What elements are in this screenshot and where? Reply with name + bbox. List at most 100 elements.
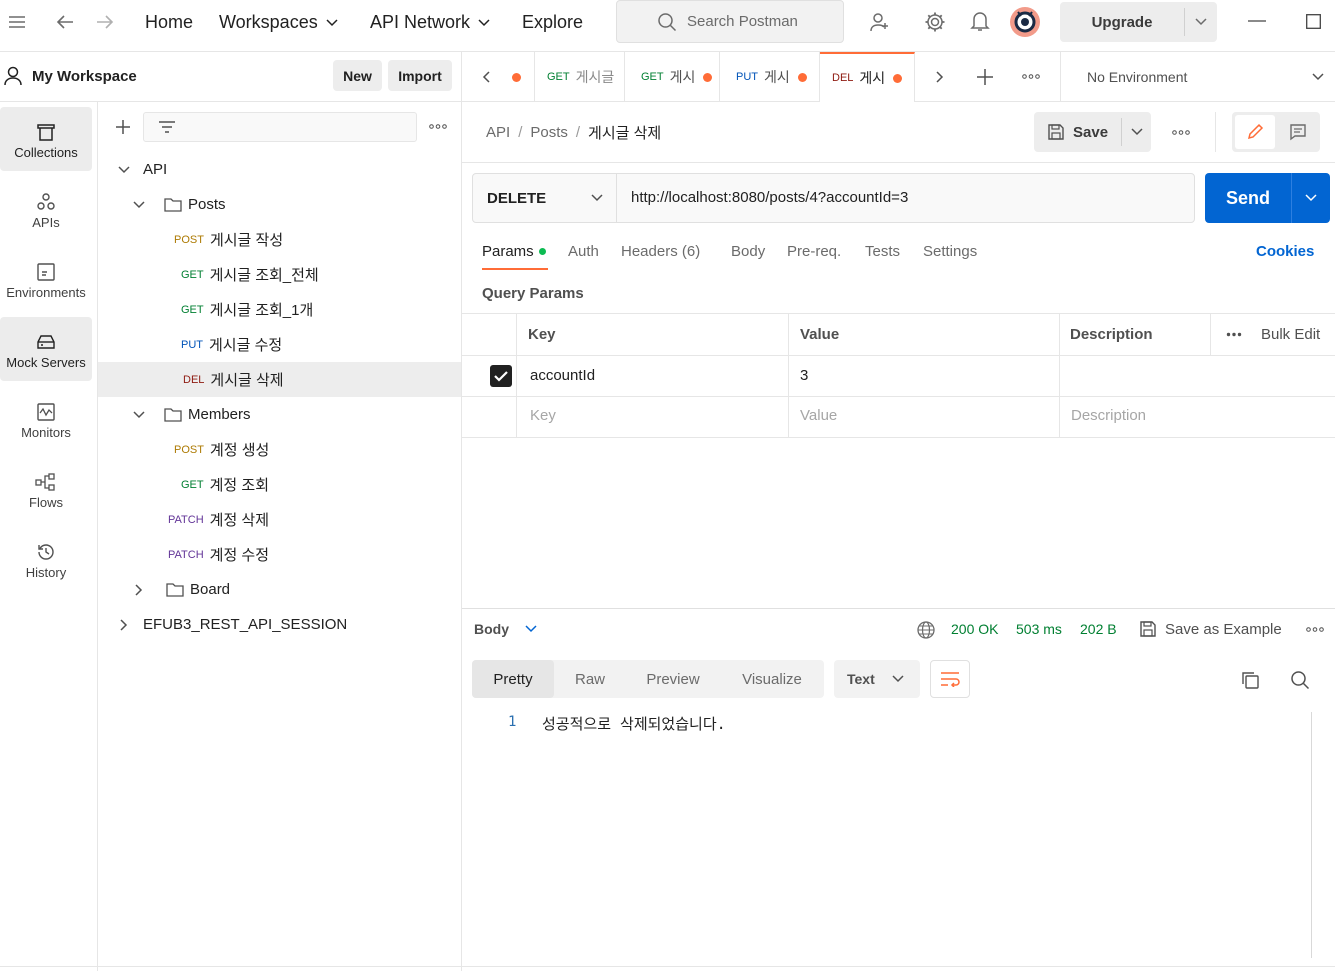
response-tab-raw[interactable]: Raw [554, 660, 626, 698]
save-button[interactable]: Save [1034, 112, 1121, 152]
back-arrow-icon[interactable] [55, 13, 75, 31]
save-as-example-button[interactable]: Save as Example [1139, 620, 1282, 638]
column-options-icon[interactable] [1226, 332, 1242, 337]
bulk-edit-button[interactable]: Bulk Edit [1261, 326, 1320, 343]
search-box[interactable]: Search Postman [616, 0, 844, 43]
add-collection-icon[interactable] [114, 118, 132, 136]
rail-collections[interactable]: Collections [0, 107, 92, 171]
pane-divider[interactable] [462, 608, 1335, 609]
response-tab-pretty[interactable]: Pretty [472, 660, 554, 698]
method-select[interactable]: DELETE [473, 174, 617, 222]
tab-request[interactable]: PUT 게시 [720, 52, 820, 102]
response-more-icon[interactable] [1306, 627, 1324, 632]
menu-icon[interactable] [8, 14, 26, 30]
tree-collection-efub[interactable]: EFUB3_REST_API_SESSION [98, 607, 461, 642]
cookies-link[interactable]: Cookies [1256, 243, 1314, 260]
tab-request-active[interactable]: DEL 게시 [820, 52, 915, 102]
response-time[interactable]: 503 ms [1016, 621, 1062, 637]
rail-history[interactable]: History [0, 527, 92, 591]
avatar[interactable] [1009, 6, 1041, 38]
tree-request[interactable]: PATCH 계정 수정 [98, 537, 461, 572]
maximize-icon[interactable] [1306, 14, 1321, 29]
response-tab-visualize[interactable]: Visualize [720, 660, 824, 698]
response-body-text[interactable]: 성공적으로 삭제되었습니다. [542, 713, 726, 734]
tree-folder-posts[interactable]: Posts [98, 187, 461, 222]
rail-monitors[interactable]: Monitors [0, 387, 92, 451]
tab-settings[interactable]: Settings [923, 243, 977, 260]
scrollbar-track[interactable] [1311, 712, 1312, 958]
new-param-value-input[interactable]: Value [800, 407, 837, 424]
send-button[interactable]: Send [1205, 173, 1291, 223]
settings-gear-icon[interactable] [924, 11, 946, 33]
param-description-cell[interactable] [1060, 356, 1335, 396]
scroll-right-icon[interactable] [936, 71, 944, 83]
tree-request[interactable]: POST 계정 생성 [98, 432, 461, 467]
more-options-icon[interactable] [429, 124, 447, 129]
nav-home[interactable]: Home [145, 12, 193, 33]
tree-request[interactable]: POST 게시글 작성 [98, 222, 461, 257]
tab-options-icon[interactable] [1022, 74, 1040, 79]
minimize-icon[interactable] [1248, 20, 1266, 22]
param-key-cell[interactable]: accountId [530, 367, 595, 384]
param-enabled-checkbox[interactable] [490, 365, 512, 387]
upgrade-dropdown-button[interactable] [1185, 2, 1217, 42]
tree-request[interactable]: PUT 게시글 수정 [98, 327, 461, 362]
upgrade-button[interactable]: Upgrade [1060, 2, 1184, 42]
tree-request[interactable]: GET 계정 조회 [98, 467, 461, 502]
tab-params[interactable]: Params [482, 243, 546, 260]
search-icon[interactable] [1290, 670, 1310, 690]
tree-folder-board[interactable]: Board [98, 572, 461, 607]
breadcrumb-folder[interactable]: Posts [530, 124, 568, 141]
scroll-left-icon[interactable] [482, 71, 490, 83]
new-button[interactable]: New [333, 60, 382, 91]
rail-environments[interactable]: Environments [0, 247, 92, 311]
new-tab-plus-icon[interactable] [976, 68, 994, 86]
edit-pencil-icon[interactable] [1235, 115, 1275, 149]
tree-request[interactable]: PATCH 계정 삭제 [98, 502, 461, 537]
filter-input[interactable] [143, 112, 417, 142]
rail-apis[interactable]: APIs [0, 177, 92, 241]
response-size[interactable]: 202 B [1080, 621, 1117, 637]
param-value-cell[interactable]: 3 [800, 367, 808, 384]
rail-mock-servers[interactable]: Mock Servers [0, 317, 92, 381]
rail-flows[interactable]: Flows [0, 457, 92, 521]
url-input[interactable]: http://localhost:8080/posts/4?accountId=… [631, 189, 908, 206]
tree-request[interactable]: GET 게시글 조회_전체 [98, 257, 461, 292]
tree-request-selected[interactable]: DEL 게시글 삭제 [98, 362, 461, 397]
tab-request[interactable]: GET 게시글 [535, 52, 625, 102]
tab-headers[interactable]: Headers (6) [621, 243, 700, 260]
save-dropdown-button[interactable] [1122, 112, 1151, 152]
new-param-key-input[interactable]: Key [530, 407, 556, 424]
send-dropdown-button[interactable] [1292, 173, 1330, 223]
workspace-title[interactable]: My Workspace [32, 68, 137, 85]
nav-api-network[interactable]: API Network [370, 12, 490, 33]
request-more-icon[interactable] [1172, 130, 1190, 135]
nav-explore[interactable]: Explore [522, 12, 583, 33]
breadcrumb-request[interactable]: 게시글 삭제 [588, 122, 661, 143]
tab-pre-request[interactable]: Pre-req. [787, 243, 841, 260]
wrap-lines-button[interactable] [930, 660, 970, 698]
tab-partial[interactable] [512, 52, 535, 102]
tree-collection-api[interactable]: API [98, 152, 461, 187]
new-param-description-input[interactable]: Description [1071, 407, 1146, 424]
environment-selector[interactable]: No Environment [1061, 52, 1335, 102]
copy-icon[interactable] [1240, 670, 1260, 690]
tab-body[interactable]: Body [731, 243, 765, 260]
tab-request[interactable]: GET 게시 [625, 52, 720, 102]
forward-arrow-icon[interactable] [95, 13, 115, 31]
tab-auth[interactable]: Auth [568, 243, 599, 260]
notification-bell-icon[interactable] [970, 10, 990, 32]
response-format-select[interactable]: Text [834, 660, 920, 698]
globe-icon[interactable] [916, 620, 936, 640]
response-tab-preview[interactable]: Preview [626, 660, 720, 698]
response-status[interactable]: 200 OK [951, 621, 998, 637]
comments-icon[interactable] [1278, 115, 1318, 149]
breadcrumb-collection[interactable]: API [486, 124, 510, 141]
response-body-selector[interactable]: Body [474, 621, 537, 637]
tab-tests[interactable]: Tests [865, 243, 900, 260]
nav-workspaces[interactable]: Workspaces [219, 12, 338, 33]
import-button[interactable]: Import [388, 60, 452, 91]
tree-folder-members[interactable]: Members [98, 397, 461, 432]
invite-user-icon[interactable] [869, 11, 891, 33]
tree-request[interactable]: GET 게시글 조회_1개 [98, 292, 461, 327]
